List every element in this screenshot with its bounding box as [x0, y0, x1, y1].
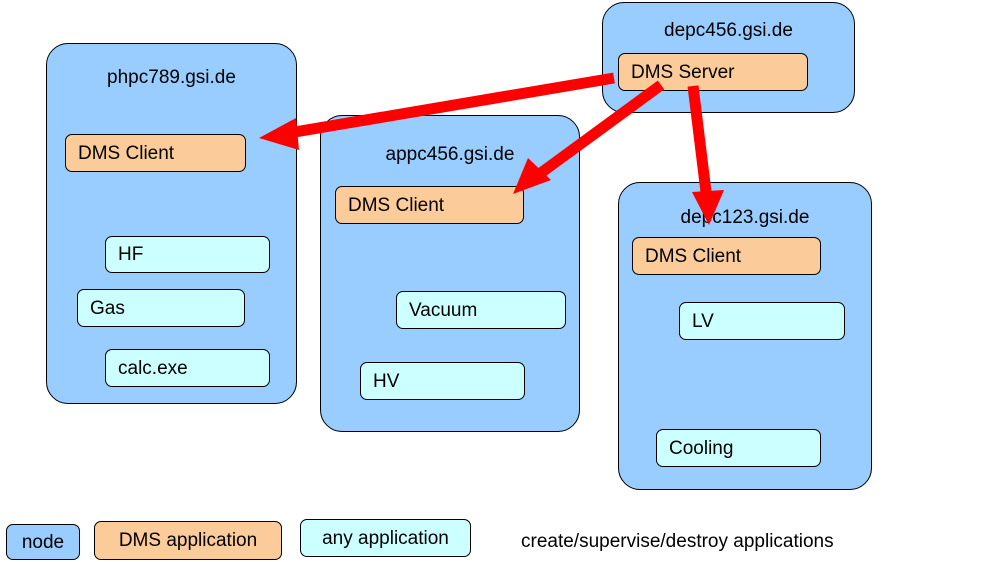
legend-swatch-dms-application: DMS application — [94, 521, 282, 560]
node-depc123[interactable]: depc123.gsi.de DMS Client LV Cooling — [618, 182, 872, 490]
node-phpc789[interactable]: phpc789.gsi.de DMS Client HF Gas calc.ex… — [46, 43, 297, 404]
app-depc123-lv[interactable]: LV — [679, 302, 845, 340]
app-appc456-hv[interactable]: HV — [360, 362, 525, 400]
app-phpc789-gas[interactable]: Gas — [77, 289, 245, 327]
app-phpc789-hf[interactable]: HF — [105, 236, 270, 273]
app-depc123-dms-client[interactable]: DMS Client — [632, 237, 821, 275]
node-appc456-hostname: appc456.gsi.de — [385, 144, 515, 165]
legend-caption: create/supervise/destroy applications — [521, 531, 834, 552]
app-appc456-dms-client[interactable]: DMS Client — [335, 186, 524, 224]
app-phpc789-calc-exe[interactable]: calc.exe — [105, 349, 270, 387]
app-depc123-cooling[interactable]: Cooling — [656, 429, 821, 467]
diagram-canvas: phpc789.gsi.de DMS Client HF Gas calc.ex… — [0, 0, 987, 562]
node-depc456-hostname: depc456.gsi.de — [664, 20, 793, 41]
app-depc456-dms-server[interactable]: DMS Server — [618, 53, 808, 91]
node-appc456[interactable]: appc456.gsi.de DMS Client Vacuum HV — [320, 115, 580, 432]
app-appc456-vacuum[interactable]: Vacuum — [396, 291, 566, 329]
legend-swatch-any-application: any application — [300, 519, 471, 557]
legend-swatch-node: node — [6, 524, 80, 560]
node-depc123-hostname: depc123.gsi.de — [680, 207, 810, 228]
node-phpc789-hostname: phpc789.gsi.de — [107, 67, 236, 88]
node-depc456[interactable]: depc456.gsi.de DMS Server — [602, 2, 855, 113]
app-phpc789-dms-client[interactable]: DMS Client — [65, 134, 246, 172]
